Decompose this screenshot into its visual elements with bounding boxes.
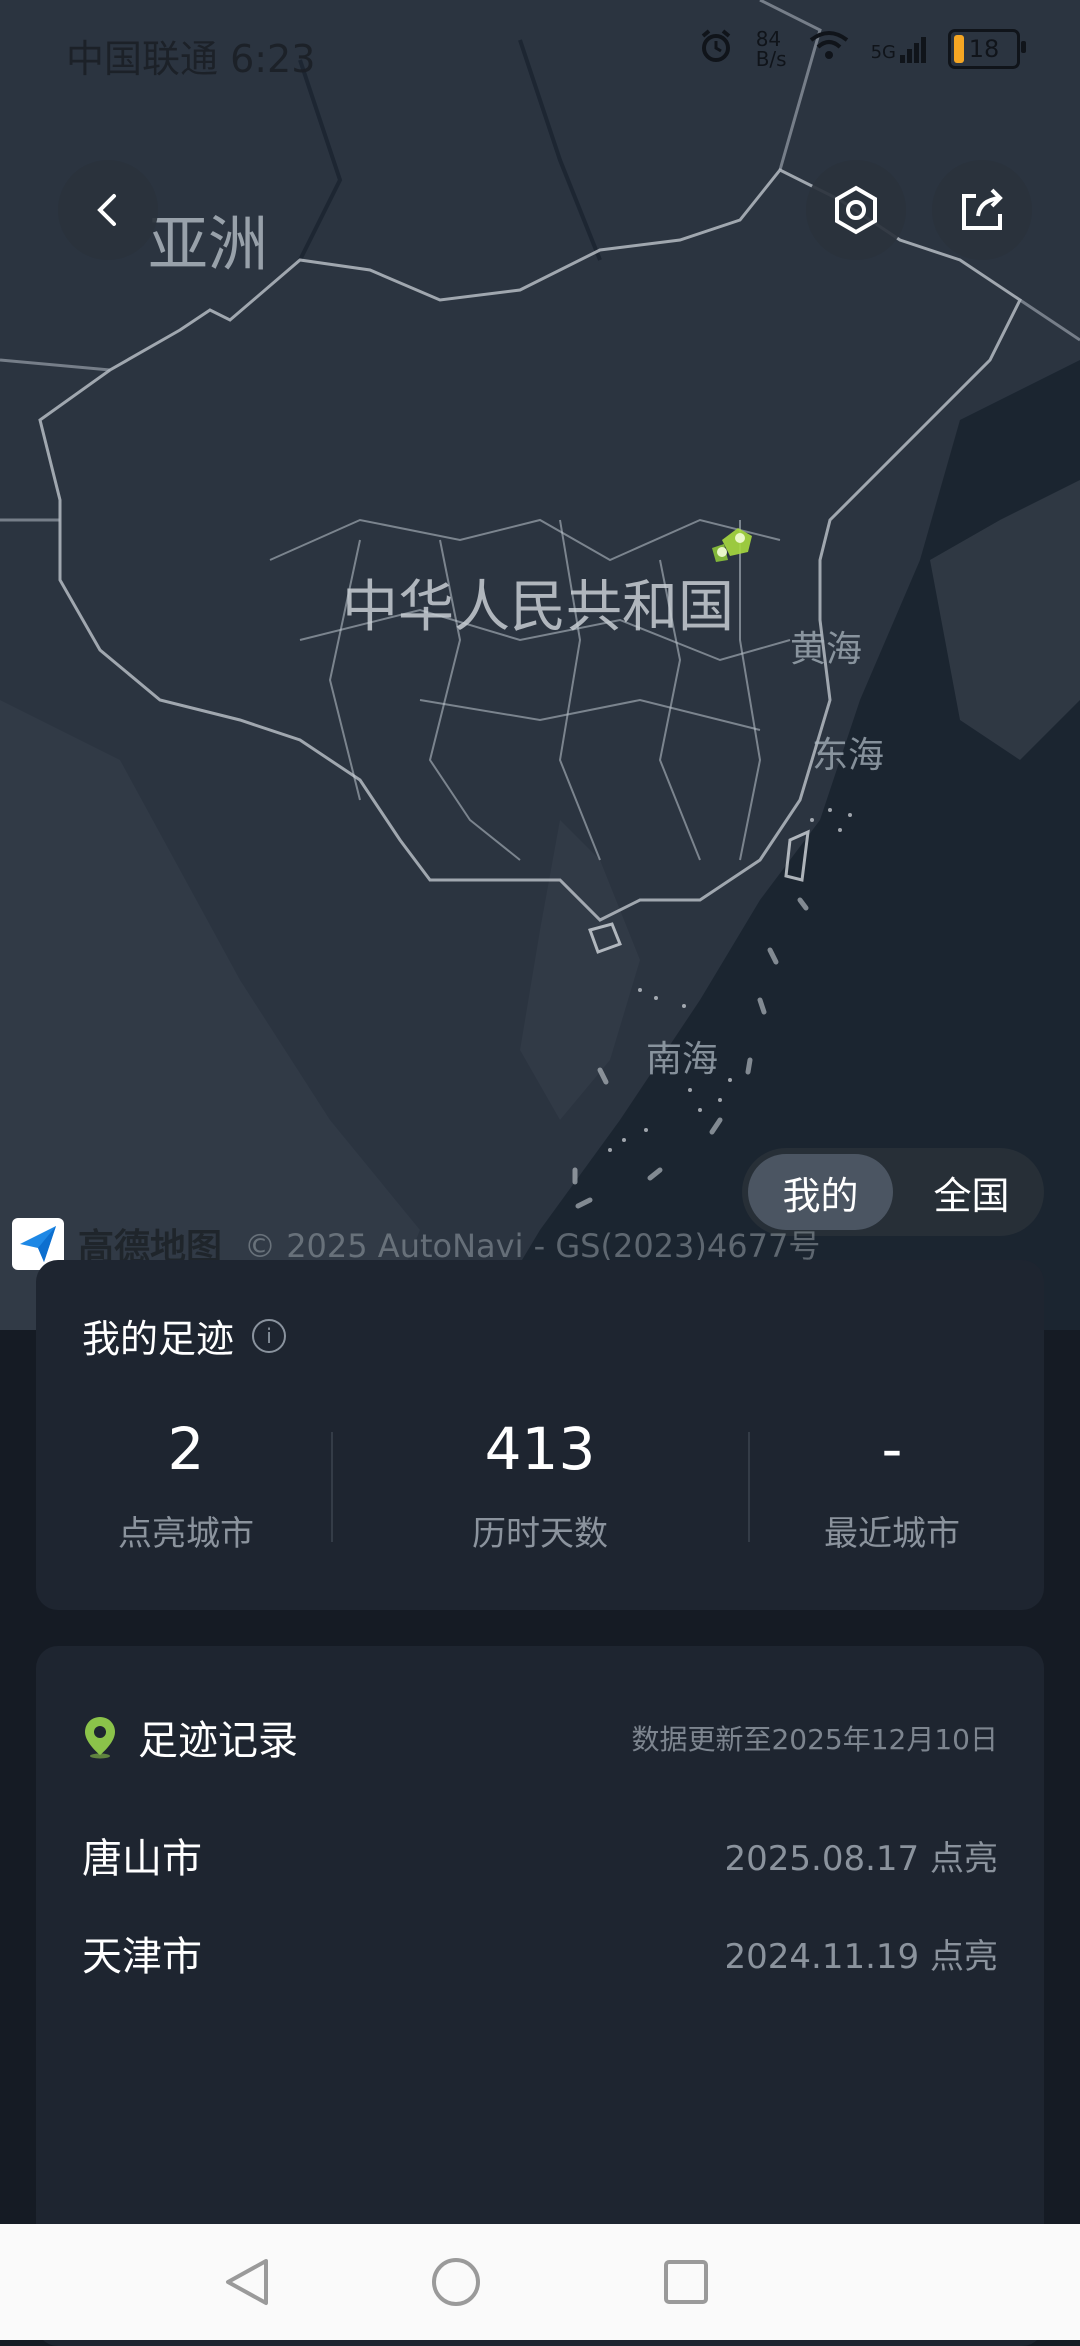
status-bar: 中国联通 6:23 84 B/s 5G 18 [0,0,1080,110]
nav-buttons [226,2258,708,2306]
records-title: 足迹记录 [138,1718,298,1764]
chevron-left-icon [97,194,116,226]
stat-label: 最近城市 [824,1514,960,1554]
nav-home-icon[interactable] [432,2258,480,2306]
stat-value: 413 [484,1415,596,1483]
stat-recent-city: - 最近城市 [742,1420,1042,1555]
battery-level: 18 [968,35,1000,63]
toggle-nationwide[interactable]: 全国 [899,1154,1044,1230]
nav-recents-icon[interactable] [664,2260,708,2304]
record-item[interactable]: 唐山市 2025.08.17 点亮 [82,1826,998,1884]
back-button[interactable] [58,160,158,260]
continent-label: 亚洲 [148,210,268,280]
info-icon[interactable]: i [252,1318,287,1353]
country-label: 中华人民共和国 [342,575,734,640]
settings-button[interactable] [806,160,906,260]
net-speed-unit: B/s [755,47,787,71]
footprint-stats-card: 我的足迹 i 2 点亮城市 413 历时天数 - 最近城市 [36,1260,1044,1610]
footprint-map[interactable]: 亚洲 中华人民共和国 黄海 东海 南海 [0,0,1080,1330]
stat-label: 历时天数 [472,1514,608,1554]
sea-label-east: 东海 [812,735,885,776]
lit-city-marker [735,533,745,543]
record-city: 唐山市 [82,1836,202,1882]
system-nav-bar [0,2224,1080,2340]
network-type: 5G [870,42,896,63]
carrier-time: 中国联通 6:23 [66,37,316,81]
stat-label: 点亮城市 [118,1514,254,1554]
gear-icon [835,185,877,235]
stat-value: - [881,1415,903,1483]
net-speed-value: 84 [755,27,782,51]
footprint-title-text: 我的足迹 [82,1317,235,1361]
record-date: 2025.08.17 点亮 [724,1838,998,1879]
nav-back-icon[interactable] [226,2259,268,2305]
battery-icon: 18 [948,29,1026,69]
stat-divider [331,1432,333,1542]
update-note: 数据更新至2025年12月10日 [631,1723,998,1756]
wifi-icon [809,30,849,68]
lit-city-marker [717,547,727,557]
net-speed: 84 B/s [756,29,787,69]
sea-label-south: 南海 [646,1039,719,1080]
record-item[interactable]: 天津市 2024.11.19 点亮 [82,1924,998,1982]
stat-lit-cities: 2 点亮城市 [36,1420,336,1555]
stat-days: 413 历时天数 [390,1420,690,1555]
status-icons: 84 B/s 5G 18 [698,28,1026,70]
footprint-title: 我的足迹 i [82,1308,287,1363]
share-icon [962,188,1003,230]
sea-label-yellow: 黄海 [790,629,863,670]
record-date: 2024.11.19 点亮 [724,1936,998,1977]
alarm-icon [698,28,734,70]
stat-value: 2 [167,1415,205,1483]
records-header: 足迹记录 [82,1708,298,1766]
signal-icon: 5G [871,35,926,63]
location-pin-icon [85,1717,115,1759]
record-city: 天津市 [82,1934,202,1980]
share-button[interactable] [932,160,1032,260]
